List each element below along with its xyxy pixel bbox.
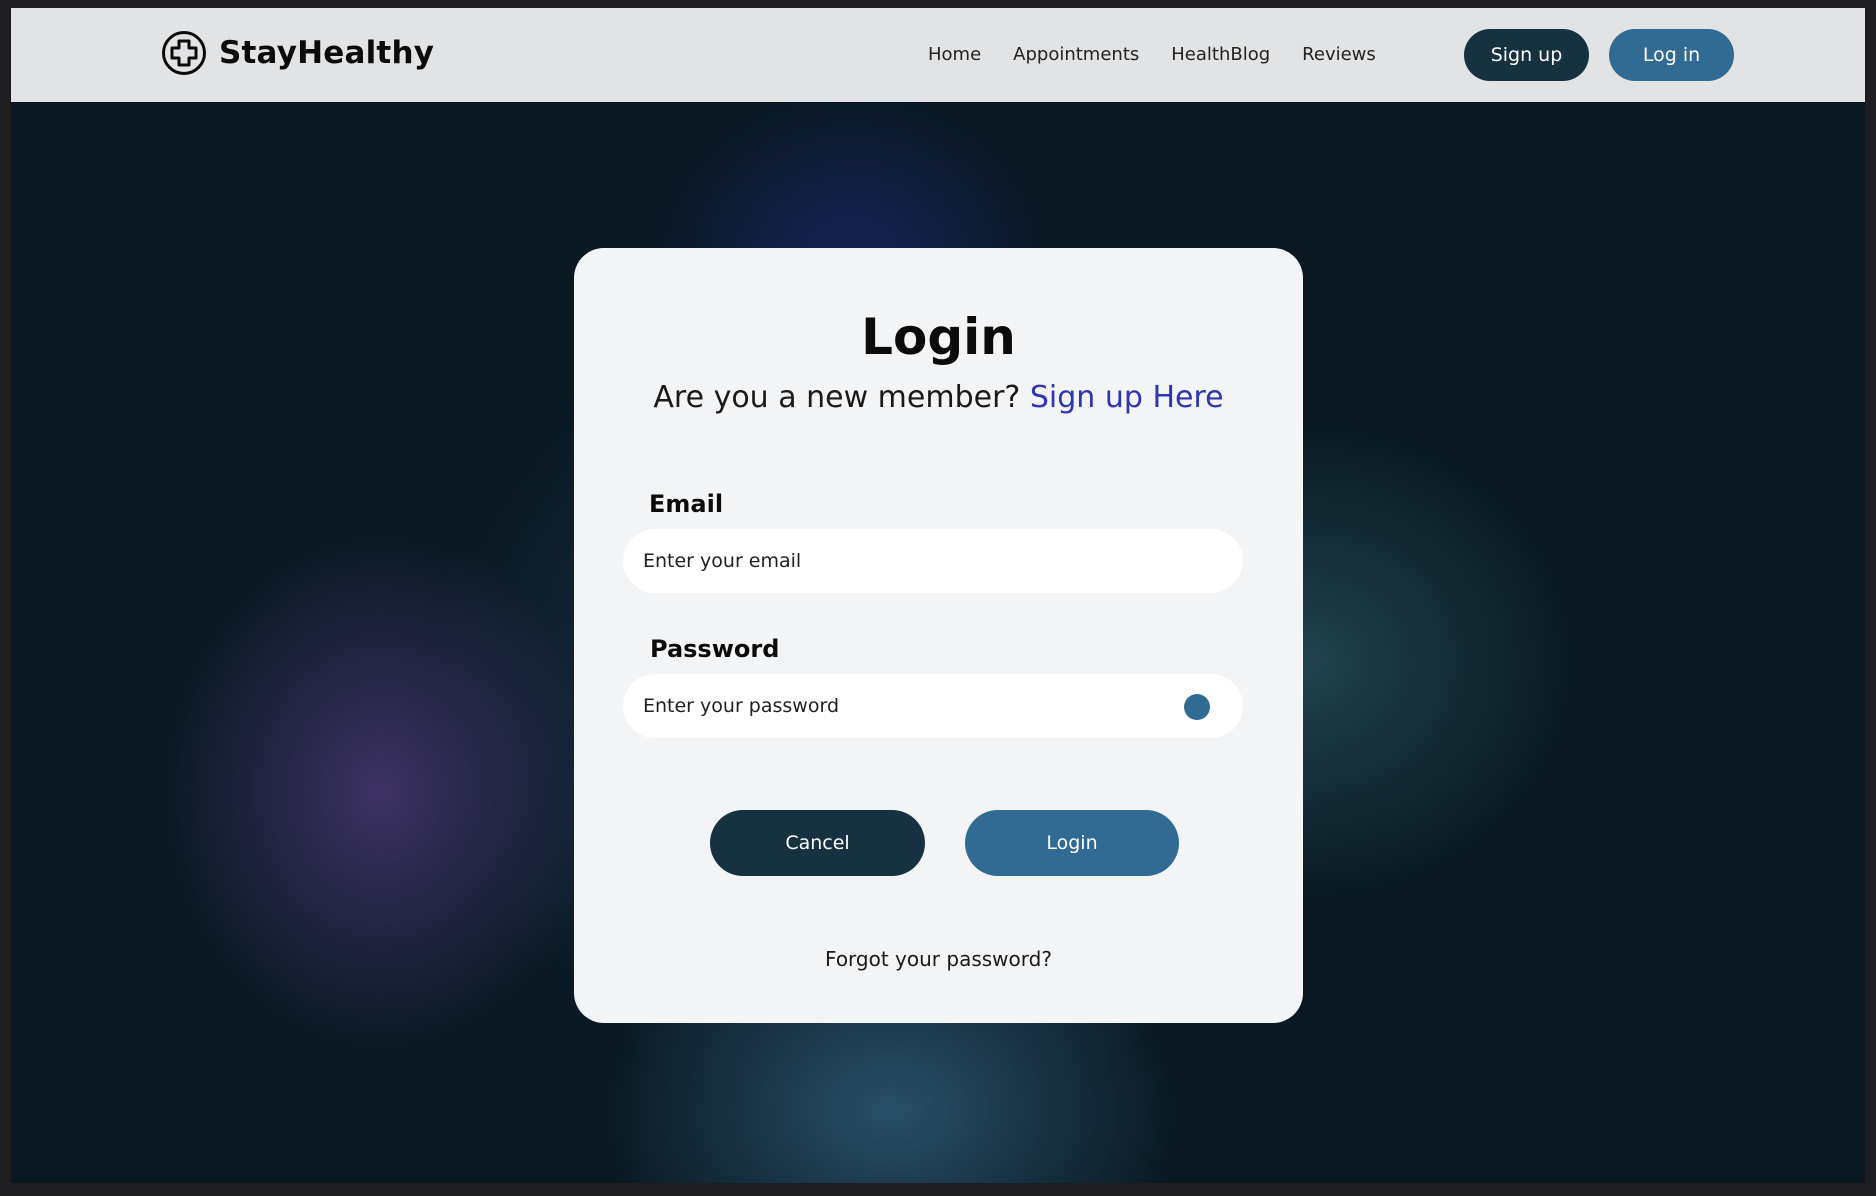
signup-prompt: Are you a new member? Sign up Here bbox=[574, 380, 1303, 415]
medical-cross-icon bbox=[161, 30, 207, 76]
nav-reviews[interactable]: Reviews bbox=[1302, 44, 1376, 65]
cancel-button[interactable]: Cancel bbox=[710, 810, 925, 876]
browser-viewport: StayHealthy Home Appointments HealthBlog… bbox=[11, 8, 1865, 1183]
visibility-toggle-icon[interactable] bbox=[1184, 694, 1210, 720]
password-input[interactable] bbox=[643, 674, 1163, 738]
signup-link[interactable]: Sign up Here bbox=[1030, 380, 1224, 415]
header-login-button[interactable]: Log in bbox=[1609, 29, 1734, 81]
main-nav: Home Appointments HealthBlog Reviews bbox=[928, 44, 1408, 65]
header-signup-button[interactable]: Sign up bbox=[1464, 29, 1589, 81]
forgot-password-link[interactable]: Forgot your password? bbox=[574, 947, 1303, 971]
brand-name: StayHealthy bbox=[219, 35, 435, 71]
password-label: Password bbox=[650, 635, 780, 663]
email-label: Email bbox=[649, 490, 724, 518]
brand-logo[interactable]: StayHealthy bbox=[161, 30, 434, 76]
site-header: StayHealthy Home Appointments HealthBlog… bbox=[11, 8, 1865, 102]
login-card: Login Are you a new member? Sign up Here… bbox=[574, 248, 1303, 1023]
password-field[interactable] bbox=[623, 674, 1243, 738]
signup-prompt-text: Are you a new member? bbox=[653, 380, 1030, 415]
page-title: Login bbox=[861, 308, 1016, 366]
nav-healthblog[interactable]: HealthBlog bbox=[1171, 44, 1270, 65]
nav-appointments[interactable]: Appointments bbox=[1013, 44, 1139, 65]
login-button[interactable]: Login bbox=[965, 810, 1179, 876]
email-input[interactable] bbox=[643, 529, 1163, 593]
nav-home[interactable]: Home bbox=[928, 44, 981, 65]
email-field[interactable] bbox=[623, 529, 1243, 593]
